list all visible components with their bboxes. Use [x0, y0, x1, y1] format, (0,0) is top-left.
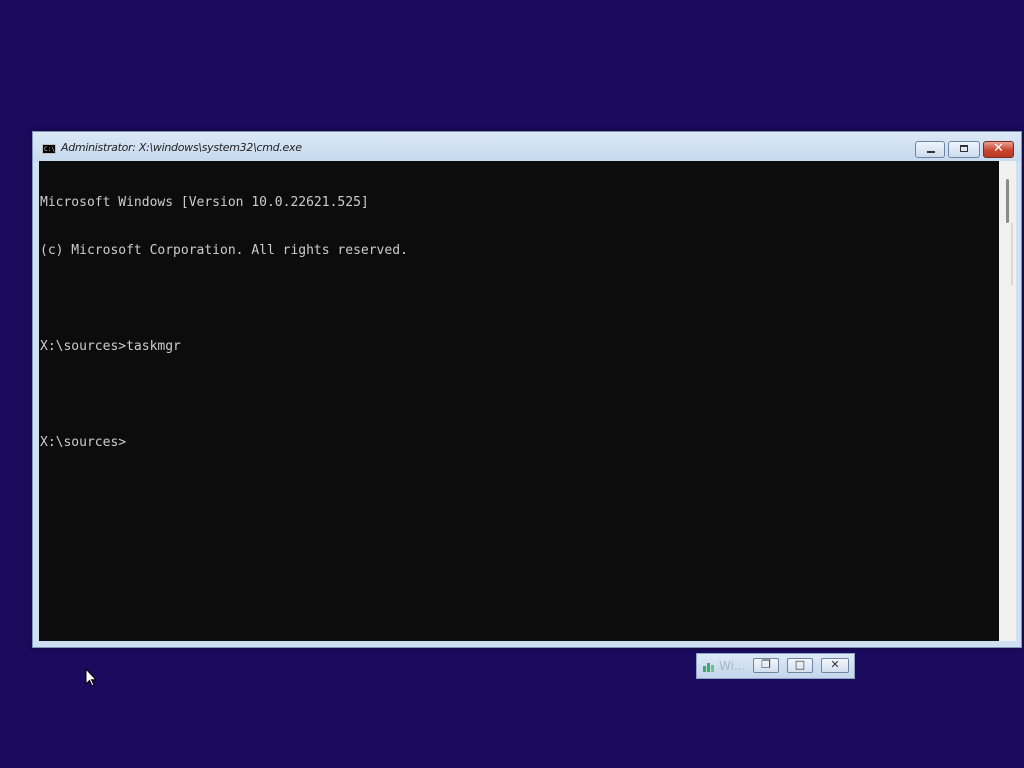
- minimize-button[interactable]: [915, 141, 945, 158]
- minimized-window[interactable]: Wi... ❐ □ ✕: [696, 653, 855, 679]
- title-bar[interactable]: C:\. Administrator: X:\windows\system32\…: [33, 132, 1021, 162]
- console-line: X:\sources>taskmgr: [40, 339, 181, 354]
- close-icon: ✕: [993, 141, 1004, 156]
- task-manager-icon: [703, 663, 714, 672]
- window-title: Administrator: X:\windows\system32\cmd.e…: [61, 141, 302, 154]
- maximize-button[interactable]: [948, 141, 980, 158]
- maximize-icon: [960, 145, 968, 152]
- console-prompt-line[interactable]: X:\sources>: [40, 435, 408, 451]
- maximize-icon: □: [794, 658, 806, 671]
- cmd-window[interactable]: C:\. Administrator: X:\windows\system32\…: [32, 131, 1022, 648]
- restore-button[interactable]: ❐: [753, 658, 779, 673]
- cmd-icon[interactable]: C:\.: [42, 144, 58, 154]
- minimized-window-title: Wi...: [719, 659, 746, 673]
- desktop: C:\. Administrator: X:\windows\system32\…: [0, 0, 1024, 768]
- console-output: Microsoft Windows [Version 10.0.22621.52…: [40, 163, 408, 483]
- maximize-button[interactable]: □: [787, 658, 813, 673]
- close-button[interactable]: ✕: [821, 658, 849, 673]
- console-line: Microsoft Windows [Version 10.0.22621.52…: [40, 195, 369, 210]
- scrollbar-track-line: [1011, 223, 1013, 285]
- console-line: (c) Microsoft Corporation. All rights re…: [40, 243, 408, 258]
- mouse-cursor-icon: [85, 668, 97, 687]
- console-area[interactable]: Microsoft Windows [Version 10.0.22621.52…: [39, 161, 999, 641]
- restore-icon: ❐: [761, 658, 771, 671]
- vertical-scrollbar[interactable]: [999, 161, 1016, 641]
- close-icon: ✕: [830, 658, 840, 671]
- close-button[interactable]: ✕: [983, 141, 1014, 158]
- minimize-icon: [927, 151, 935, 153]
- scrollbar-thumb[interactable]: [1006, 179, 1009, 223]
